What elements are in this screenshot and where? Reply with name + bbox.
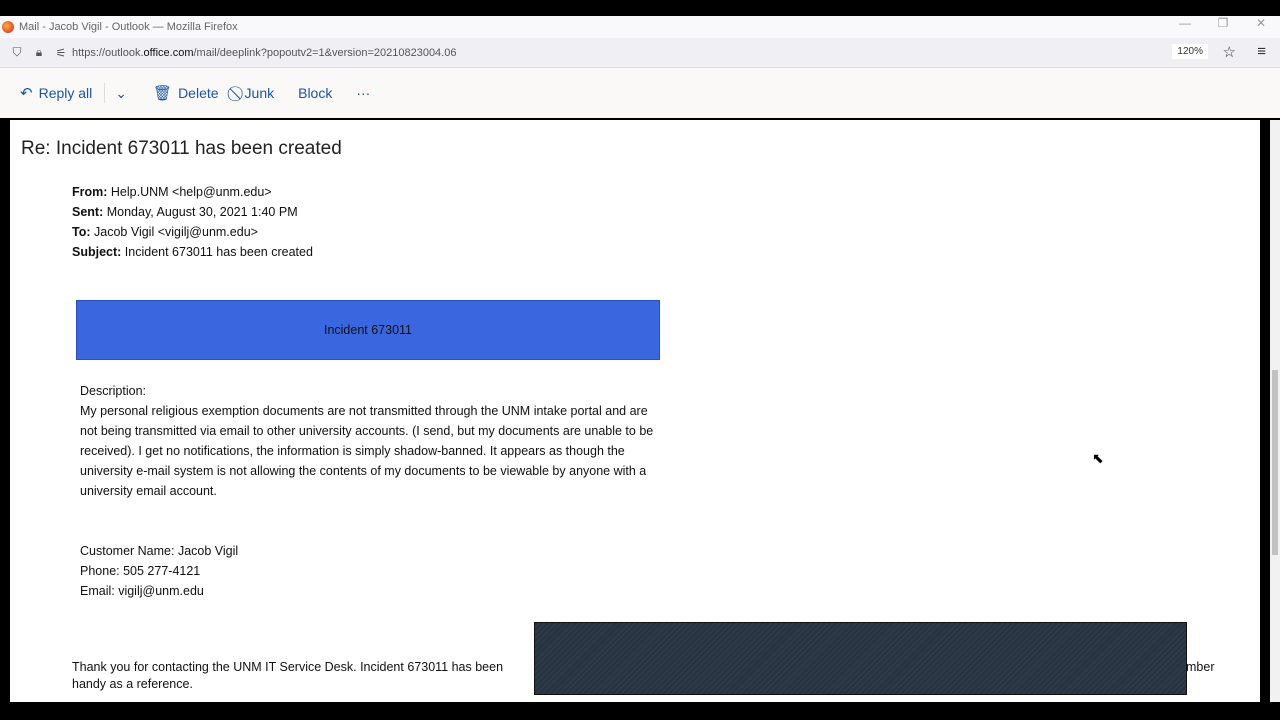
- subject-line: Incident 673011 has been created: [124, 245, 313, 259]
- reply-all-icon: ↶: [20, 85, 33, 102]
- phone: Phone: 505 277-4121: [80, 564, 201, 578]
- address-bar[interactable]: ⛉ 🔒︎ ⚟ https://outlook.office.com/mail/d…: [0, 38, 1280, 68]
- permissions-icon[interactable]: ⚟: [50, 46, 72, 60]
- description-text: My personal religious exemption document…: [80, 404, 654, 498]
- shield-icon[interactable]: ⛉: [6, 45, 28, 60]
- message-subject: Re: Incident 673011 has been created: [21, 138, 342, 159]
- incident-banner: Incident 673011: [76, 300, 660, 360]
- message-pane: Re: Incident 673011 has been created Fro…: [10, 120, 1260, 702]
- quoted-header: From: Help.UNM <help@unm.edu> Sent: Mond…: [72, 185, 313, 259]
- email-address: Email: vigilj@unm.edu: [80, 584, 204, 598]
- window-title: Mail - Jacob Vigil - Outlook — Mozilla F…: [19, 21, 238, 33]
- sent: Monday, August 30, 2021 1:40 PM: [106, 205, 298, 219]
- scrollbar[interactable]: [1270, 120, 1280, 702]
- mail-toolbar: ↶Reply all ⌄ 🗑︎Delete ⃠Junk Block ···: [0, 68, 1280, 118]
- delete-button[interactable]: 🗑︎ Delete: [153, 84, 219, 102]
- close-button[interactable]: ✕: [1242, 16, 1280, 30]
- reply-all-button[interactable]: ↶ Reply all: [20, 84, 92, 102]
- mouse-cursor-icon: ⬉: [1092, 450, 1104, 466]
- description-label: Description:: [80, 384, 146, 398]
- junk-button[interactable]: ⃠Junk: [239, 85, 275, 102]
- restore-button[interactable]: ❐: [1204, 16, 1242, 30]
- redaction-box: [534, 622, 1187, 695]
- window-titlebar: Mail - Jacob Vigil - Outlook — Mozilla F…: [0, 16, 1280, 38]
- reply-options-dropdown[interactable]: ⌄: [115, 85, 127, 102]
- url-text[interactable]: https://outlook.office.com/mail/deeplink…: [72, 47, 456, 59]
- scrollbar-thumb[interactable]: [1272, 370, 1278, 555]
- divider: [104, 83, 106, 103]
- minimize-button[interactable]: —: [1166, 16, 1204, 30]
- from: Help.UNM <help@unm.edu>: [110, 185, 272, 199]
- hamburger-menu-icon[interactable]: ≡: [1257, 43, 1266, 60]
- customer-name: Customer Name: Jacob Vigil: [80, 544, 239, 558]
- block-button[interactable]: Block: [298, 85, 332, 101]
- chevron-down-icon: ⌄: [115, 84, 128, 101]
- trash-icon: 🗑︎: [153, 85, 173, 102]
- to: Jacob Vigil <vigilj@unm.edu>: [94, 225, 258, 239]
- firefox-icon: [2, 21, 14, 33]
- bookmark-star-icon[interactable]: ☆: [1223, 43, 1236, 61]
- lock-icon[interactable]: 🔒︎: [28, 45, 50, 60]
- zoom-level[interactable]: 120%: [1172, 44, 1208, 59]
- more-actions-button[interactable]: ···: [356, 85, 370, 101]
